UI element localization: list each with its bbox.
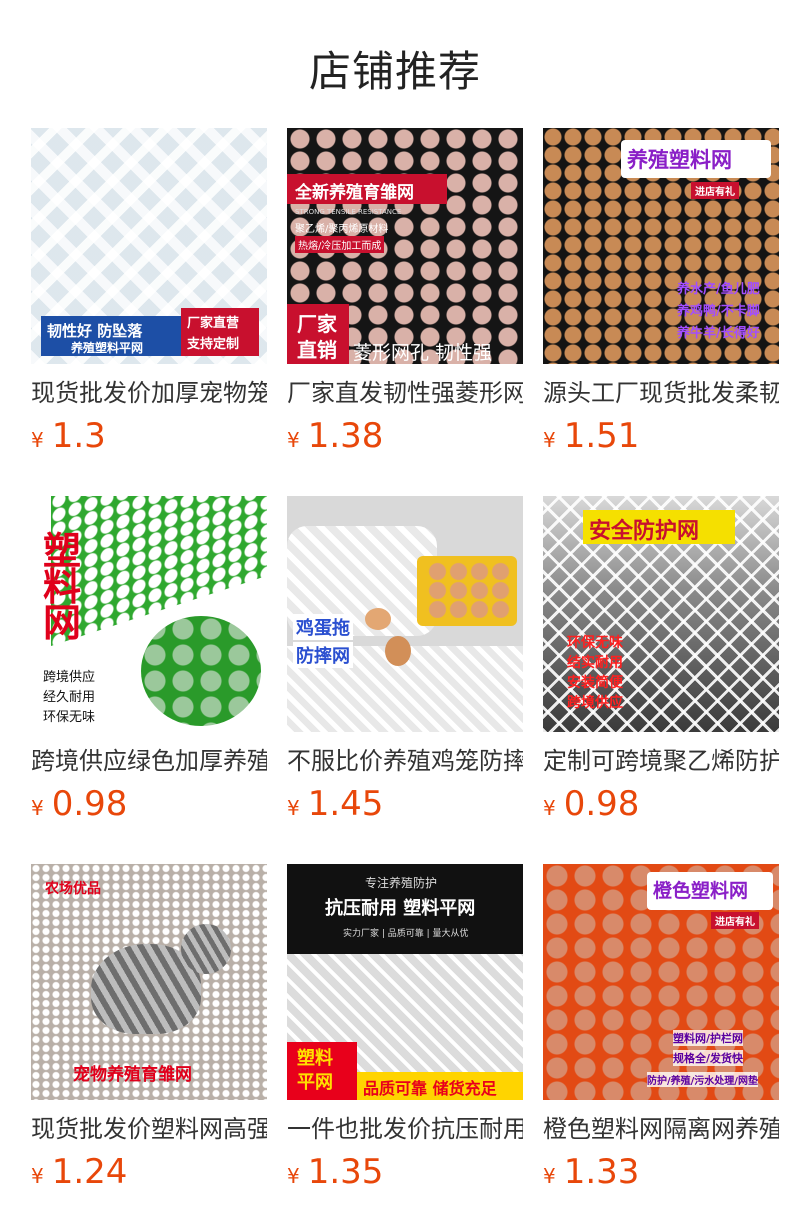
overlay-text: 支持定制 [187,337,240,352]
product-card[interactable]: 橙色塑料网 进店有礼 塑料网/护栏网 规格全/发货快 防护/养殖/污水处理/网垫… [543,864,779,1200]
overlay-text: 抗压耐用 塑料平网 [325,898,476,919]
price-value: 1.45 [307,784,384,824]
overlay-text: 环保无味 [567,635,623,651]
product-image[interactable]: 养殖塑料网 进店有礼 养水产/鱼儿肥 养鸡鸭/不卡脚 养牛羊/长得好 [543,128,779,364]
product-image[interactable]: 塑 料 网 跨境供应 经久耐用 环保无味 [31,496,267,732]
product-price: ¥ 1.51 [543,416,779,456]
overlay-text: 韧性好 防坠落 [47,322,143,340]
product-card[interactable]: 鸡蛋拖 防摔网 不服比价养殖鸡笼防摔鸡蛋拖网 ¥ 1.45 [287,496,523,832]
product-price: ¥ 0.98 [543,784,779,824]
currency-symbol: ¥ [287,428,300,452]
product-card[interactable]: 韧性好 防坠落 养殖塑料平网 厂家直营 支持定制 现货批发价加厚宠物笼防坠落塑料… [31,128,267,464]
overlay-text: 跨境供应 [43,670,96,685]
overlay-text: 防护/养殖/污水处理/网垫 [647,1072,758,1087]
overlay-text: 结实耐用 [567,655,623,671]
overlay-text: 菱形网孔 韧性强 [353,342,493,364]
overlay-text: 厂家直营 [187,316,240,331]
overlay-text: 塑料网/护栏网 [673,1030,744,1046]
product-price: ¥ 1.38 [287,416,523,456]
overlay-text: 进店有礼 [711,912,759,929]
overlay-text: 安装简便 [567,675,623,691]
price-value: 1.51 [563,416,640,456]
product-image[interactable]: 鸡蛋拖 防摔网 [287,496,523,732]
overlay-text: 平网 [297,1072,333,1093]
overlay-text: 进店有礼 [691,182,739,199]
overlay-text: 实力厂家 | 品质可靠 | 量大从优 [343,929,469,939]
product-image[interactable]: 韧性好 防坠落 养殖塑料平网 厂家直营 支持定制 [31,128,267,364]
product-price: ¥ 0.98 [31,784,267,824]
product-name[interactable]: 不服比价养殖鸡笼防摔鸡蛋拖网 [287,746,523,776]
product-price: ¥ 1.33 [543,1152,779,1192]
overlay-text: 全新养殖育雏网 [295,183,414,203]
overlay-text: 防摔网 [293,642,353,668]
product-name[interactable]: 现货批发价加厚宠物笼防坠落塑料平网 [31,378,267,408]
overlay-text: 农场优品 [45,881,101,897]
product-price: ¥ 1.24 [31,1152,267,1192]
product-card[interactable]: 专注养殖防护 抗压耐用 塑料平网 实力厂家 | 品质可靠 | 量大从优 塑料 平… [287,864,523,1200]
product-name[interactable]: 源头工厂现货批发柔韧养殖塑料网 [543,378,779,408]
overlay-text: 经久耐用 [43,690,96,705]
product-image[interactable]: 全新养殖育雏网 STRONG TENSILE RESISTANCE 聚乙烯/聚丙… [287,128,523,364]
overlay-text: 专注养殖防护 [365,876,438,890]
price-value: 0.98 [51,784,128,824]
overlay-text: 跨境供应 [567,695,623,711]
currency-symbol: ¥ [543,428,556,452]
price-value: 1.35 [307,1152,384,1192]
overlay-text: 养殖塑料平网 [71,341,144,355]
overlay-text: 安全防护网 [589,519,700,544]
currency-symbol: ¥ [543,1164,556,1188]
overlay-text: 厂家 [297,312,337,336]
overlay-text: 热熔/冷压加工而成 [295,236,385,253]
product-name[interactable]: 一件也批发价抗压耐用塑料平网 [287,1114,523,1144]
product-price: ¥ 1.45 [287,784,523,824]
price-value: 0.98 [563,784,640,824]
price-value: 1.3 [51,416,106,456]
product-name[interactable]: 跨境供应绿色加厚养殖塑料网 [31,746,267,776]
overlay-text: 品质可靠 储货充足 [363,1079,497,1098]
price-value: 1.38 [307,416,384,456]
product-name[interactable]: 现货批发价塑料网高强度宠物养殖育雏网 [31,1114,267,1144]
currency-symbol: ¥ [31,428,44,452]
product-image[interactable]: 橙色塑料网 进店有礼 塑料网/护栏网 规格全/发货快 防护/养殖/污水处理/网垫 [543,864,779,1100]
product-card[interactable]: 安全防护网 环保无味 结实耐用 安装简便 跨境供应 定制可跨境聚乙烯防护塑料网 … [543,496,779,832]
product-grid: 韧性好 防坠落 养殖塑料平网 厂家直营 支持定制 现货批发价加厚宠物笼防坠落塑料… [31,128,790,1200]
overlay-text: 鸡蛋拖 [293,614,353,640]
product-card[interactable]: 塑 料 网 跨境供应 经久耐用 环保无味 跨境供应绿色加厚养殖塑料网 ¥ 0.9… [31,496,267,832]
product-image[interactable]: 农场优品 宠物养殖育雏网 [31,864,267,1100]
overlay-text: 塑料 [297,1048,333,1069]
product-image[interactable]: 安全防护网 环保无味 结实耐用 安装简便 跨境供应 [543,496,779,732]
currency-symbol: ¥ [287,796,300,820]
overlay-text: 橙色塑料网 [653,880,749,902]
currency-symbol: ¥ [287,1164,300,1188]
product-price: ¥ 1.3 [31,416,267,456]
product-card[interactable]: 全新养殖育雏网 STRONG TENSILE RESISTANCE 聚乙烯/聚丙… [287,128,523,464]
overlay-text: 环保无味 [43,710,96,725]
product-card[interactable]: 农场优品 宠物养殖育雏网 现货批发价塑料网高强度宠物养殖育雏网 ¥ 1.24 [31,864,267,1200]
product-image[interactable]: 专注养殖防护 抗压耐用 塑料平网 实力厂家 | 品质可靠 | 量大从优 塑料 平… [287,864,523,1100]
page-title: 店铺推荐 [308,47,481,96]
overlay-text: 聚乙烯/聚丙烯原材料 [295,224,389,235]
overlay-text: 养水产/鱼儿肥 [677,282,760,297]
overlay-text: 直销 [297,338,337,362]
overlay-text: 宠物养殖育雏网 [73,1065,192,1085]
currency-symbol: ¥ [31,1164,44,1188]
product-card[interactable]: 养殖塑料网 进店有礼 养水产/鱼儿肥 养鸡鸭/不卡脚 养牛羊/长得好 源头工厂现… [543,128,779,464]
price-value: 1.24 [51,1152,128,1192]
overlay-text: 网 [43,601,82,645]
price-value: 1.33 [563,1152,640,1192]
overlay-text: 养殖塑料网 [627,148,732,172]
overlay-text: STRONG TENSILE RESISTANCE [295,208,402,216]
overlay-text: 养鸡鸭/不卡脚 [677,304,760,319]
product-name[interactable]: 定制可跨境聚乙烯防护塑料网 [543,746,779,776]
product-name[interactable]: 厂家直发韧性强菱形网孔全新养殖育雏网 [287,378,523,408]
overlay-text: 规格全/发货快 [673,1050,744,1066]
product-price: ¥ 1.35 [287,1152,523,1192]
product-name[interactable]: 橙色塑料网隔离网养殖防护网 [543,1114,779,1144]
overlay-text: 养牛羊/长得好 [677,326,760,341]
currency-symbol: ¥ [543,796,556,820]
currency-symbol: ¥ [31,796,44,820]
